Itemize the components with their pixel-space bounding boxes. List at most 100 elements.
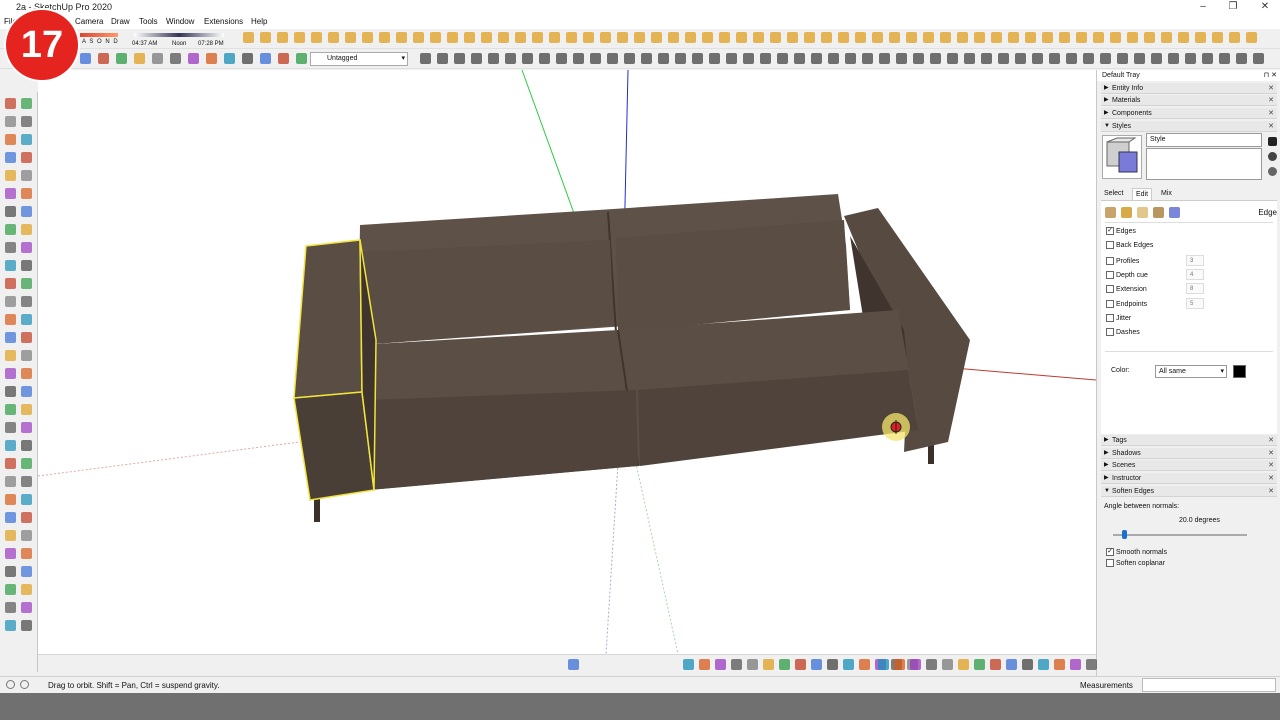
tool-icon[interactable] [21,566,32,577]
toolbar-tool-icon[interactable] [719,32,730,43]
toolbar-tool-icon[interactable] [1178,32,1189,43]
tool-icon[interactable] [21,98,32,109]
toolbar-tool-icon[interactable] [80,53,91,64]
tool-icon[interactable] [5,548,16,559]
tool-icon[interactable] [5,566,16,577]
viewport[interactable] [38,70,1096,654]
bottom-tool-icon[interactable] [731,659,742,670]
bottom-tool-icon[interactable] [1006,659,1017,670]
toolbar-tool-icon[interactable] [413,32,424,43]
tool-icon[interactable] [5,206,16,217]
month-slider[interactable] [80,33,118,37]
toolbar-tool-icon[interactable] [573,53,584,64]
tool-icon[interactable] [21,116,32,127]
soften-coplanar-checkbox[interactable] [1106,559,1114,567]
tool-icon[interactable] [21,134,32,145]
angle-slider-thumb[interactable] [1122,530,1127,539]
toolbar-tool-icon[interactable] [345,32,356,43]
bottom-tool-icon[interactable] [1054,659,1065,670]
tool-icon[interactable] [5,530,16,541]
tool-icon[interactable] [5,98,16,109]
toolbar-tool-icon[interactable] [957,32,968,43]
toolbar-tool-icon[interactable] [1008,32,1019,43]
dashes-checkbox[interactable] [1106,328,1114,336]
toolbar-tool-icon[interactable] [134,53,145,64]
toolbar-tool-icon[interactable] [447,32,458,43]
panel-entity-info[interactable]: ▶ Entity Info ✕ [1101,83,1277,94]
toolbar-tool-icon[interactable] [1025,32,1036,43]
toolbar-tool-icon[interactable] [1219,53,1230,64]
toolbar-tool-icon[interactable] [930,53,941,64]
toolbar-tool-icon[interactable] [1236,53,1247,64]
menu-camera[interactable]: Camera [75,17,103,26]
close-icon[interactable]: ✕ [1268,83,1274,94]
tool-icon[interactable] [5,296,16,307]
toolbar-tool-icon[interactable] [278,53,289,64]
bottom-tool-icon[interactable] [699,659,710,670]
toolbar-tool-icon[interactable] [855,32,866,43]
menu-window[interactable]: Window [166,17,194,26]
sofa-model[interactable] [293,194,970,522]
toolbar-tool-icon[interactable] [634,32,645,43]
tool-icon[interactable] [21,314,32,325]
tool-icon[interactable] [5,332,16,343]
close-icon[interactable]: ✕ [1268,460,1274,471]
toolbar-tool-icon[interactable] [498,32,509,43]
toolbar-tool-icon[interactable] [430,32,441,43]
face-settings-icon[interactable] [1121,207,1132,218]
edge-color-swatch[interactable] [1233,365,1246,378]
toolbar-tool-icon[interactable] [188,53,199,64]
toolbar-tool-icon[interactable] [532,32,543,43]
tool-icon[interactable] [21,368,32,379]
bottom-tool-icon[interactable] [763,659,774,670]
toolbar-tool-icon[interactable] [505,53,516,64]
toolbar-tool-icon[interactable] [624,53,635,64]
toolbar-tool-icon[interactable] [998,53,1009,64]
toolbar-tool-icon[interactable] [726,53,737,64]
toolbar-tool-icon[interactable] [675,53,686,64]
tool-icon[interactable] [5,152,16,163]
toolbar-tool-icon[interactable] [1185,53,1196,64]
tab-edit[interactable]: Edit [1132,188,1153,200]
jitter-checkbox[interactable] [1106,314,1114,322]
panel-shadows[interactable]: ▶ Shadows ✕ [1101,448,1277,459]
toolbar-tool-icon[interactable] [224,53,235,64]
toolbar-tool-icon[interactable] [1076,32,1087,43]
toolbar-tool-icon[interactable] [1083,53,1094,64]
tab-mix[interactable]: Mix [1158,188,1175,200]
tool-icon[interactable] [21,224,32,235]
toolbar-tool-icon[interactable] [1066,53,1077,64]
toolbar-tool-icon[interactable] [590,53,601,64]
tool-icon[interactable] [21,512,32,523]
toolbar-tool-icon[interactable] [1117,53,1128,64]
tool-icon[interactable] [21,242,32,253]
maximize-button[interactable]: ❐ [1218,0,1248,15]
bottom-tool-icon[interactable] [926,659,937,670]
toolbar-tool-icon[interactable] [838,32,849,43]
toolbar-tool-icon[interactable] [260,53,271,64]
panel-materials[interactable]: ▶ Materials ✕ [1101,95,1277,106]
menu-extensions[interactable]: Extensions [204,17,243,26]
toolbar-tool-icon[interactable] [1253,53,1264,64]
toolbar-tool-icon[interactable] [481,32,492,43]
toolbar-tool-icon[interactable] [753,32,764,43]
toolbar-tool-icon[interactable] [539,53,550,64]
toolbar-tool-icon[interactable] [1049,53,1060,64]
bottom-tool-icon[interactable] [1070,659,1081,670]
measurements-input[interactable] [1142,678,1276,692]
toolbar-tool-icon[interactable] [607,53,618,64]
tool-icon[interactable] [5,170,16,181]
toolbar-tool-icon[interactable] [981,53,992,64]
panel-soften-edges[interactable]: ▼ Soften Edges ✕ [1101,486,1277,497]
update-style-icon[interactable] [1268,152,1277,161]
tool-icon[interactable] [21,206,32,217]
smooth-normals-checkbox[interactable]: ✓ [1106,548,1114,556]
toolbar-tool-icon[interactable] [420,53,431,64]
menu-draw[interactable]: Draw [111,17,130,26]
close-icon[interactable]: ✕ [1268,95,1274,106]
toolbar-tool-icon[interactable] [1161,32,1172,43]
panel-components[interactable]: ▶ Components ✕ [1101,108,1277,119]
toolbar-tool-icon[interactable] [770,32,781,43]
bottom-tool-icon[interactable] [859,659,870,670]
tool-icon[interactable] [21,476,32,487]
